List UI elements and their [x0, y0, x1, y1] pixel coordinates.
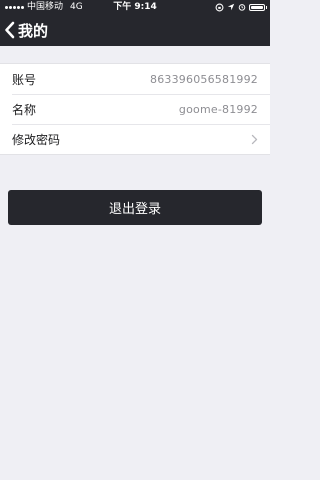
location-icon	[227, 3, 235, 11]
account-info-card: 账号 863396056581992 名称 goome-81992 修改密码	[0, 63, 270, 155]
page-title: 我的	[18, 21, 49, 40]
status-right	[215, 0, 267, 14]
alarm-icon	[238, 4, 246, 11]
change-password-row[interactable]: 修改密码	[0, 124, 270, 154]
navigation-bar: 我的	[0, 14, 270, 46]
chevron-left-icon	[5, 21, 15, 39]
account-value: 863396056581992	[150, 72, 258, 86]
status-bar: 中国移动 4G 下午 9:14	[0, 0, 270, 14]
logout-button[interactable]: 退出登录	[8, 190, 262, 225]
battery-icon	[249, 3, 267, 11]
change-password-label: 修改密码	[12, 132, 61, 147]
screen-lock-icon	[215, 3, 224, 11]
chevron-right-icon	[251, 134, 258, 144]
name-row: 名称 goome-81992	[0, 94, 270, 124]
name-value: goome-81992	[178, 102, 258, 116]
account-label: 账号	[12, 72, 37, 87]
name-label: 名称	[12, 102, 37, 117]
back-button[interactable]: 我的	[4, 18, 48, 42]
battery-fill	[251, 5, 263, 9]
account-row: 账号 863396056581992	[0, 64, 270, 94]
